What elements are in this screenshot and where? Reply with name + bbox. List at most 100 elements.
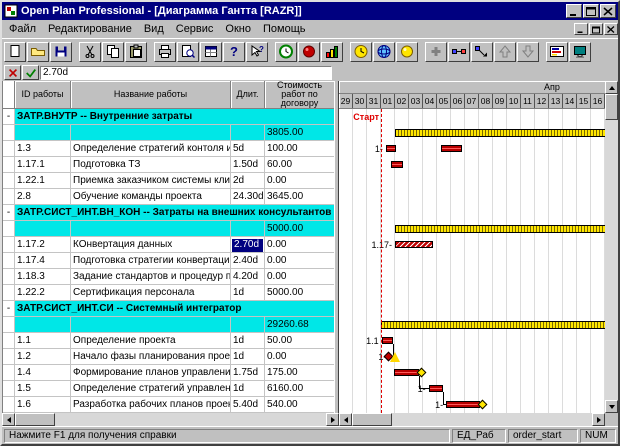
task-bar[interactable] [391, 161, 404, 168]
id-cell[interactable]: 1.18.3 [15, 269, 71, 285]
summary-bar[interactable] [381, 321, 605, 329]
section-row[interactable]: -ЗАТР.СИСТ_ИНТ.СИ -- Системный интеграто… [3, 301, 334, 317]
summary-bar[interactable] [395, 129, 605, 137]
inline-edit-cell[interactable]: 2.70d [232, 239, 263, 252]
monitor-view-button[interactable] [569, 42, 591, 62]
menu-item-4[interactable]: Окно [219, 22, 257, 36]
id-cell[interactable]: 1.17.4 [15, 253, 71, 269]
id-cell[interactable]: 1.5 [15, 381, 71, 397]
name-cell[interactable] [71, 125, 231, 141]
gantt-horizontal-scrollbar[interactable] [339, 413, 605, 426]
title-bar[interactable]: Open Plan Professional - [Диаграмма Гант… [2, 2, 618, 20]
scroll-up-button[interactable] [605, 81, 618, 94]
add-activity-button[interactable] [425, 42, 447, 62]
cost-cell[interactable]: 0.00 [265, 253, 334, 269]
copy-button[interactable] [102, 42, 124, 62]
name-cell[interactable] [71, 317, 231, 333]
task-bar[interactable] [394, 369, 419, 376]
summary-bar[interactable] [395, 225, 605, 233]
name-cell[interactable]: КОнвертация данных [71, 237, 231, 253]
task-row[interactable]: 1.22.2Сертификация персонала1d5000.00 [3, 285, 334, 301]
id-cell[interactable]: 1.2 [15, 349, 71, 365]
relationship-arrow-button[interactable] [471, 42, 493, 62]
print-button[interactable] [154, 42, 176, 62]
duration-cell[interactable] [231, 221, 265, 237]
id-cell[interactable] [15, 317, 71, 333]
duration-cell[interactable]: 1d [231, 333, 265, 349]
task-row[interactable]: 1.3Определение стратегий контоля и отч5d… [3, 141, 334, 157]
vertical-scroll-track[interactable] [605, 94, 618, 400]
id-cell[interactable]: 1.1 [15, 333, 71, 349]
expand-toggle[interactable]: - [3, 109, 15, 125]
cost-cell[interactable]: 0.00 [265, 237, 334, 253]
task-row[interactable]: 1.18.3Задание стандартов и процедур по д… [3, 269, 334, 285]
id-column-header[interactable]: ID работы [15, 81, 71, 109]
cost-cell[interactable]: 60.00 [265, 157, 334, 173]
new-document-button[interactable] [4, 42, 26, 62]
id-cell[interactable]: 1.17.2 [15, 237, 71, 253]
id-cell[interactable]: 1.3 [15, 141, 71, 157]
accept-edit-button[interactable] [22, 65, 39, 80]
grid-horizontal-scrollbar[interactable] [2, 413, 339, 426]
name-cell[interactable]: Определение проекта [71, 333, 231, 349]
duration-cell[interactable]: 1d [231, 349, 265, 365]
mdi-close-button[interactable] [604, 23, 618, 35]
task-row[interactable]: 1.5Определение стратегий управления и1d6… [3, 381, 334, 397]
mdi-restore-button[interactable] [589, 23, 603, 35]
cost-cell[interactable]: 175.00 [265, 365, 334, 381]
duration-cell[interactable]: 4.20d [231, 269, 265, 285]
warn-triangle-milestone[interactable] [390, 352, 400, 362]
name-cell[interactable]: Обучение команды проекта [71, 189, 231, 205]
grid-scroll-right-button[interactable] [326, 413, 339, 426]
duration-cell[interactable]: 2.70d [231, 237, 265, 253]
name-cell[interactable]: Формирование планов управления [71, 365, 231, 381]
task-progress-bar[interactable] [395, 241, 433, 248]
task-bar[interactable] [446, 401, 480, 408]
menu-item-0[interactable]: Файл [3, 22, 42, 36]
cost-cell[interactable]: 29260.68 [265, 317, 334, 333]
summary-row[interactable]: 5000.00 [3, 221, 334, 237]
cost-cell[interactable]: 100.00 [265, 141, 334, 157]
duration-cell[interactable]: 2d [231, 173, 265, 189]
close-button[interactable] [600, 4, 616, 18]
maximize-button[interactable] [583, 4, 599, 18]
duration-edit-input[interactable] [40, 66, 332, 80]
name-cell[interactable]: Подготовка стратегии конвертации [71, 253, 231, 269]
cut-button[interactable] [79, 42, 101, 62]
cost-cell[interactable]: 3645.00 [265, 189, 334, 205]
task-row[interactable]: 1.17.2КОнвертация данных2.70d0.00 [3, 237, 334, 253]
cost-cell[interactable]: 0.00 [265, 349, 334, 365]
task-row[interactable]: 1.22.1Приемка заказчиком системы клиент2… [3, 173, 334, 189]
gantt-scroll-left-button[interactable] [339, 413, 352, 426]
menu-item-1[interactable]: Редактирование [42, 22, 138, 36]
save-button[interactable] [50, 42, 72, 62]
mdi-minimize-button[interactable] [574, 23, 588, 35]
id-cell[interactable]: 1.22.1 [15, 173, 71, 189]
time-now-clock-button[interactable] [275, 42, 297, 62]
duration-cell[interactable]: 2.40d [231, 253, 265, 269]
task-bar[interactable] [382, 337, 393, 344]
duration-cell[interactable]: 1d [231, 285, 265, 301]
duration-cell[interactable]: 5.40d [231, 397, 265, 413]
menu-item-5[interactable]: Помощь [257, 22, 312, 36]
task-bar[interactable] [386, 145, 397, 152]
task-row[interactable]: 1.17.4Подготовка стратегии конвертации2.… [3, 253, 334, 269]
gantt-scroll-thumb[interactable] [352, 413, 392, 426]
section-row[interactable]: -ЗАТР.ВНУТР -- Внутренние затраты [3, 109, 334, 125]
name-cell[interactable] [71, 221, 231, 237]
open-file-button[interactable] [27, 42, 49, 62]
duration-cell[interactable]: 5d [231, 141, 265, 157]
task-row[interactable]: 1.6Разработка рабочих планов проекта5.40… [3, 397, 334, 413]
clock-button[interactable] [350, 42, 372, 62]
duration-cell[interactable]: 1d [231, 381, 265, 397]
move-up-button[interactable] [494, 42, 516, 62]
id-cell[interactable]: 1.22.2 [15, 285, 71, 301]
name-cell[interactable]: Определение стратегий управления и [71, 381, 231, 397]
vertical-scrollbar[interactable] [605, 81, 618, 413]
task-row[interactable]: 1.2Начало фазы планирования проекта1d0.0… [3, 349, 334, 365]
cost-cell[interactable]: 50.00 [265, 333, 334, 349]
id-cell[interactable]: 2.8 [15, 189, 71, 205]
name-cell[interactable]: Начало фазы планирования проекта [71, 349, 231, 365]
vertical-scroll-thumb[interactable] [605, 94, 618, 120]
id-cell[interactable]: 1.17.1 [15, 157, 71, 173]
